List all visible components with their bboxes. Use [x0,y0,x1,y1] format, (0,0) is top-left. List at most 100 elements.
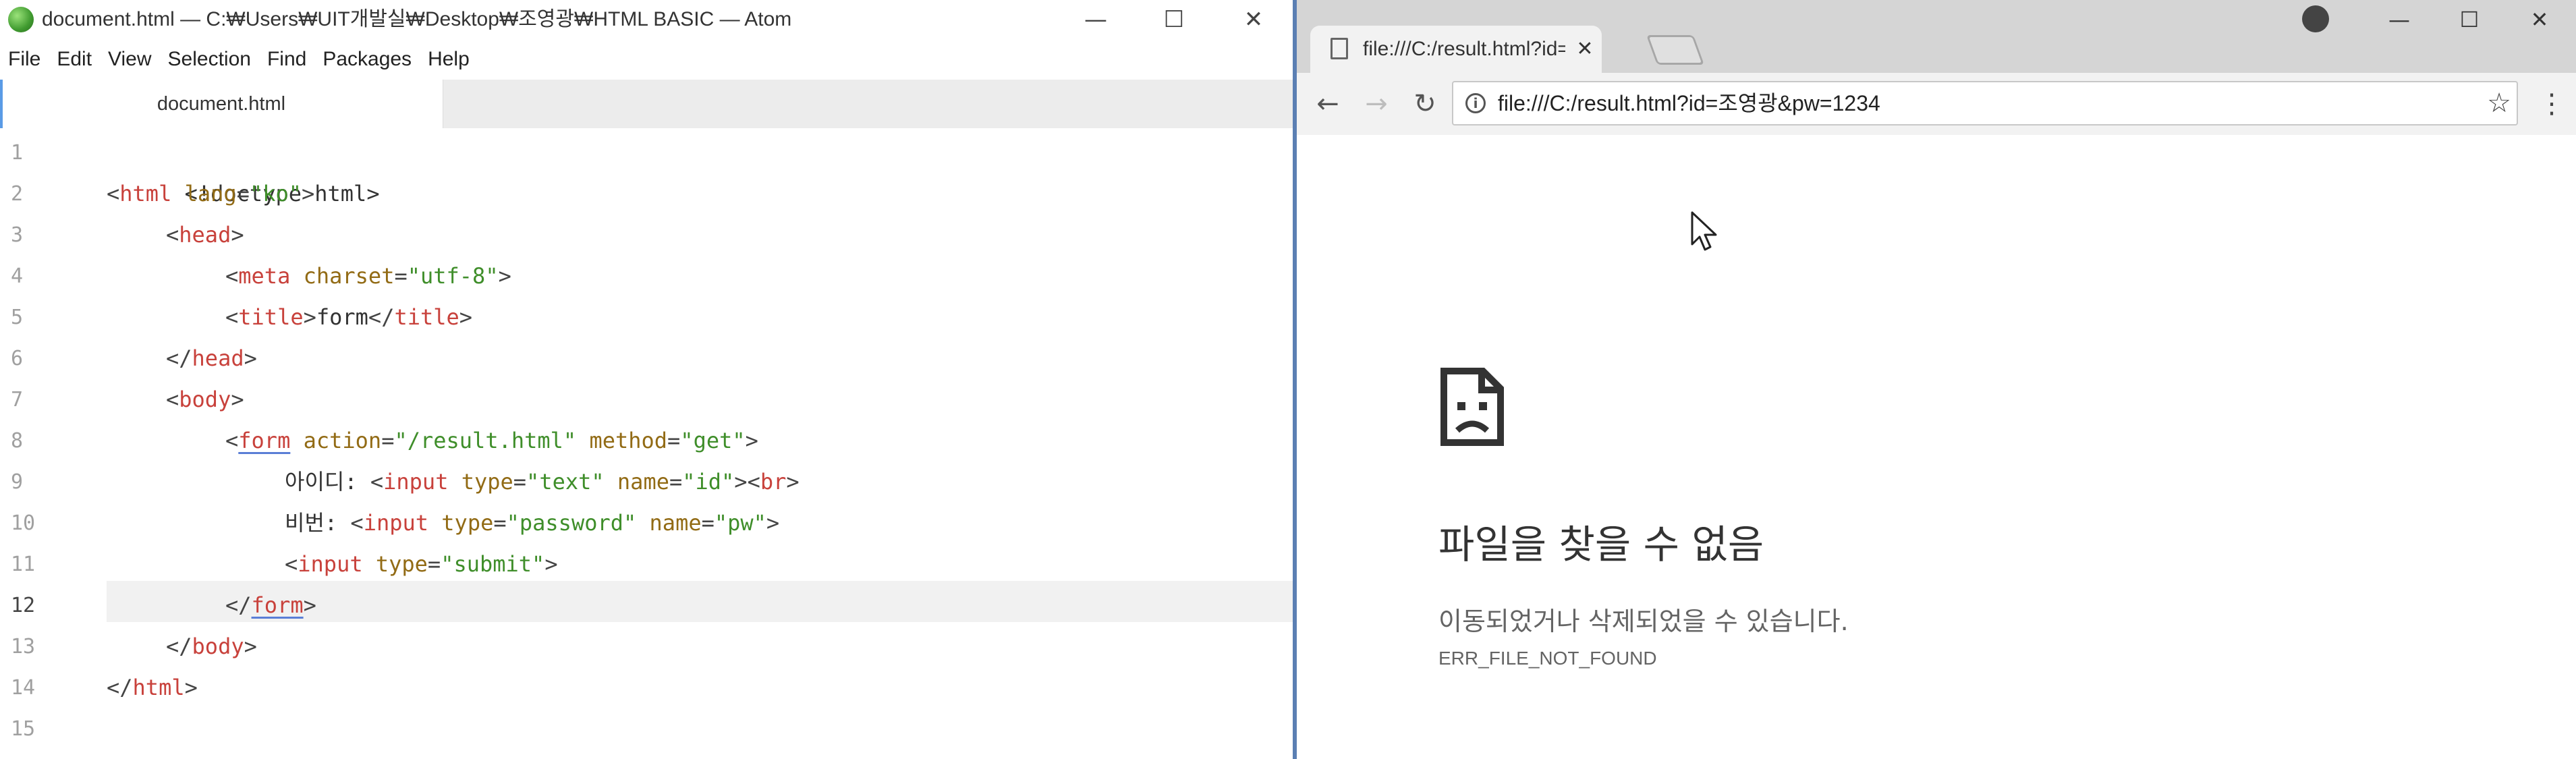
code-tag-form-close: form [251,592,304,618]
menu-help[interactable]: Help [420,39,478,80]
reload-icon[interactable]: ↻ [1401,80,1449,128]
chrome-maximize-button[interactable]: ☐ [2434,0,2504,39]
atom-tab-bar: document.html [0,80,1293,129]
menu-packages[interactable]: Packages [314,39,420,80]
sad-file-icon [1440,368,1504,446]
code-tag: html [119,181,172,206]
menu-view[interactable]: View [100,39,159,80]
address-bar-url: file:///C:/result.html?id=조영광&pw=1234 [1498,91,1880,115]
chrome-close-button[interactable]: ✕ [2504,0,2575,39]
code-token: > [766,510,780,536]
code-line-8: <form action="/result.html" method="get"… [225,420,758,461]
code-token: > [184,675,198,700]
code-token: > [303,592,316,618]
line-number: 14 [11,676,36,700]
code-line-6: </head> [166,338,257,379]
code-attr: charset [303,263,395,289]
code-tag: head [179,222,231,248]
code-line-3: <head> [166,215,244,256]
browser-toolbar: ← → ↻ i file:///C:/result.html?id=조영광&pw… [1297,73,2576,136]
code-text: 아이디: [285,469,370,495]
code-token: > [231,387,244,412]
atom-minimize-button[interactable]: — [1057,0,1135,39]
info-icon[interactable]: i [1465,93,1486,113]
profile-icon[interactable] [2302,5,2329,32]
code-tag: title [238,304,304,330]
code-text: form [316,304,368,330]
mouse-pointer-icon [1691,211,1717,251]
code-line-5: <title>form</title> [225,297,472,338]
code-token: </ [166,634,192,659]
code-line-10: 비번: <input type="password" name="pw"> [285,503,779,544]
forward-arrow-icon[interactable]: → [1352,80,1401,128]
code-attr: type [441,510,494,536]
tab-label: document.html [157,92,286,115]
code-token: = [667,428,681,453]
code-token: < [747,469,760,495]
code-token: < [166,222,179,248]
line-number: 13 [11,635,36,658]
code-tag: input [363,510,429,536]
error-description: 이동되었거나 삭제되었을 수 있습니다. [1438,607,1849,636]
code-token: > [459,304,473,330]
code-token: > [544,551,558,577]
address-bar[interactable]: i file:///C:/result.html?id=조영광&pw=1234 … [1452,81,2518,125]
new-tab-button[interactable] [1646,35,1705,65]
atom-editor-window: document.html — C:₩Users₩UIT개발실₩Desktop₩… [0,0,1293,759]
code-tag: meta [238,263,291,289]
bookmark-star-icon[interactable]: ☆ [2484,82,2514,124]
atom-maximize-button[interactable]: ☐ [1135,0,1213,39]
atom-menu-bar: File Edit View Selection Find Packages H… [0,39,1293,80]
page-icon [1331,38,1348,59]
atom-close-button[interactable]: ✕ [1214,0,1293,39]
code-string: "password" [506,510,637,536]
code-string: "text" [526,469,605,495]
code-line-9: 아이디: <input type="text" name="id"><br> [285,461,800,503]
chrome-minimize-button[interactable]: — [2364,0,2434,39]
code-token: </ [166,345,192,371]
menu-file[interactable]: File [0,39,49,80]
line-number: 6 [11,347,24,370]
line-number: 7 [11,388,24,412]
code-token: > [498,263,511,289]
code-line-1: <!doctype html> [107,132,380,206]
menu-edit[interactable]: Edit [49,39,100,80]
tab-close-icon[interactable]: ✕ [1575,26,1595,73]
code-line-13: </body> [166,626,257,667]
code-attr: name [617,469,669,495]
tab-document-html[interactable]: document.html [0,80,443,128]
browser-content-area: 파일을 찾을 수 없음 이동되었거나 삭제되었을 수 있습니다. ERR_FIL… [1297,135,2576,759]
code-line-11: <input type="submit"> [285,544,558,585]
code-token: = [427,551,441,577]
code-attr: action [303,428,382,453]
code-token: > [745,428,758,453]
code-tag: input [383,469,449,495]
menu-find[interactable]: Find [259,39,314,80]
code-token: </ [225,592,252,618]
back-arrow-icon[interactable]: ← [1304,80,1352,128]
code-token: </ [368,304,395,330]
code-attr: type [375,551,428,577]
code-token: > [303,304,316,330]
code-token: > [244,634,257,659]
code-text: 비번: [285,510,351,536]
kebab-menu-icon[interactable]: ⋮ [2538,80,2565,128]
browser-tab-active[interactable]: file:///C:/result.html?id=조 ✕ [1310,26,1602,73]
line-number-gutter: 1 2 3 4 5 6 7 8 9 10 11 12 13 14 15 [0,128,88,759]
code-tag: head [192,345,244,371]
error-code: ERR_FILE_NOT_FOUND [1438,648,1657,669]
line-number: 2 [11,182,24,206]
code-tag: br [760,469,787,495]
line-number: 3 [11,223,24,247]
code-editor[interactable]: 1 2 3 4 5 6 7 8 9 10 11 12 13 14 15 <!do… [0,128,1293,759]
code-string: "ko" [249,181,302,206]
atom-logo-icon [8,7,34,32]
menu-selection[interactable]: Selection [160,39,259,80]
